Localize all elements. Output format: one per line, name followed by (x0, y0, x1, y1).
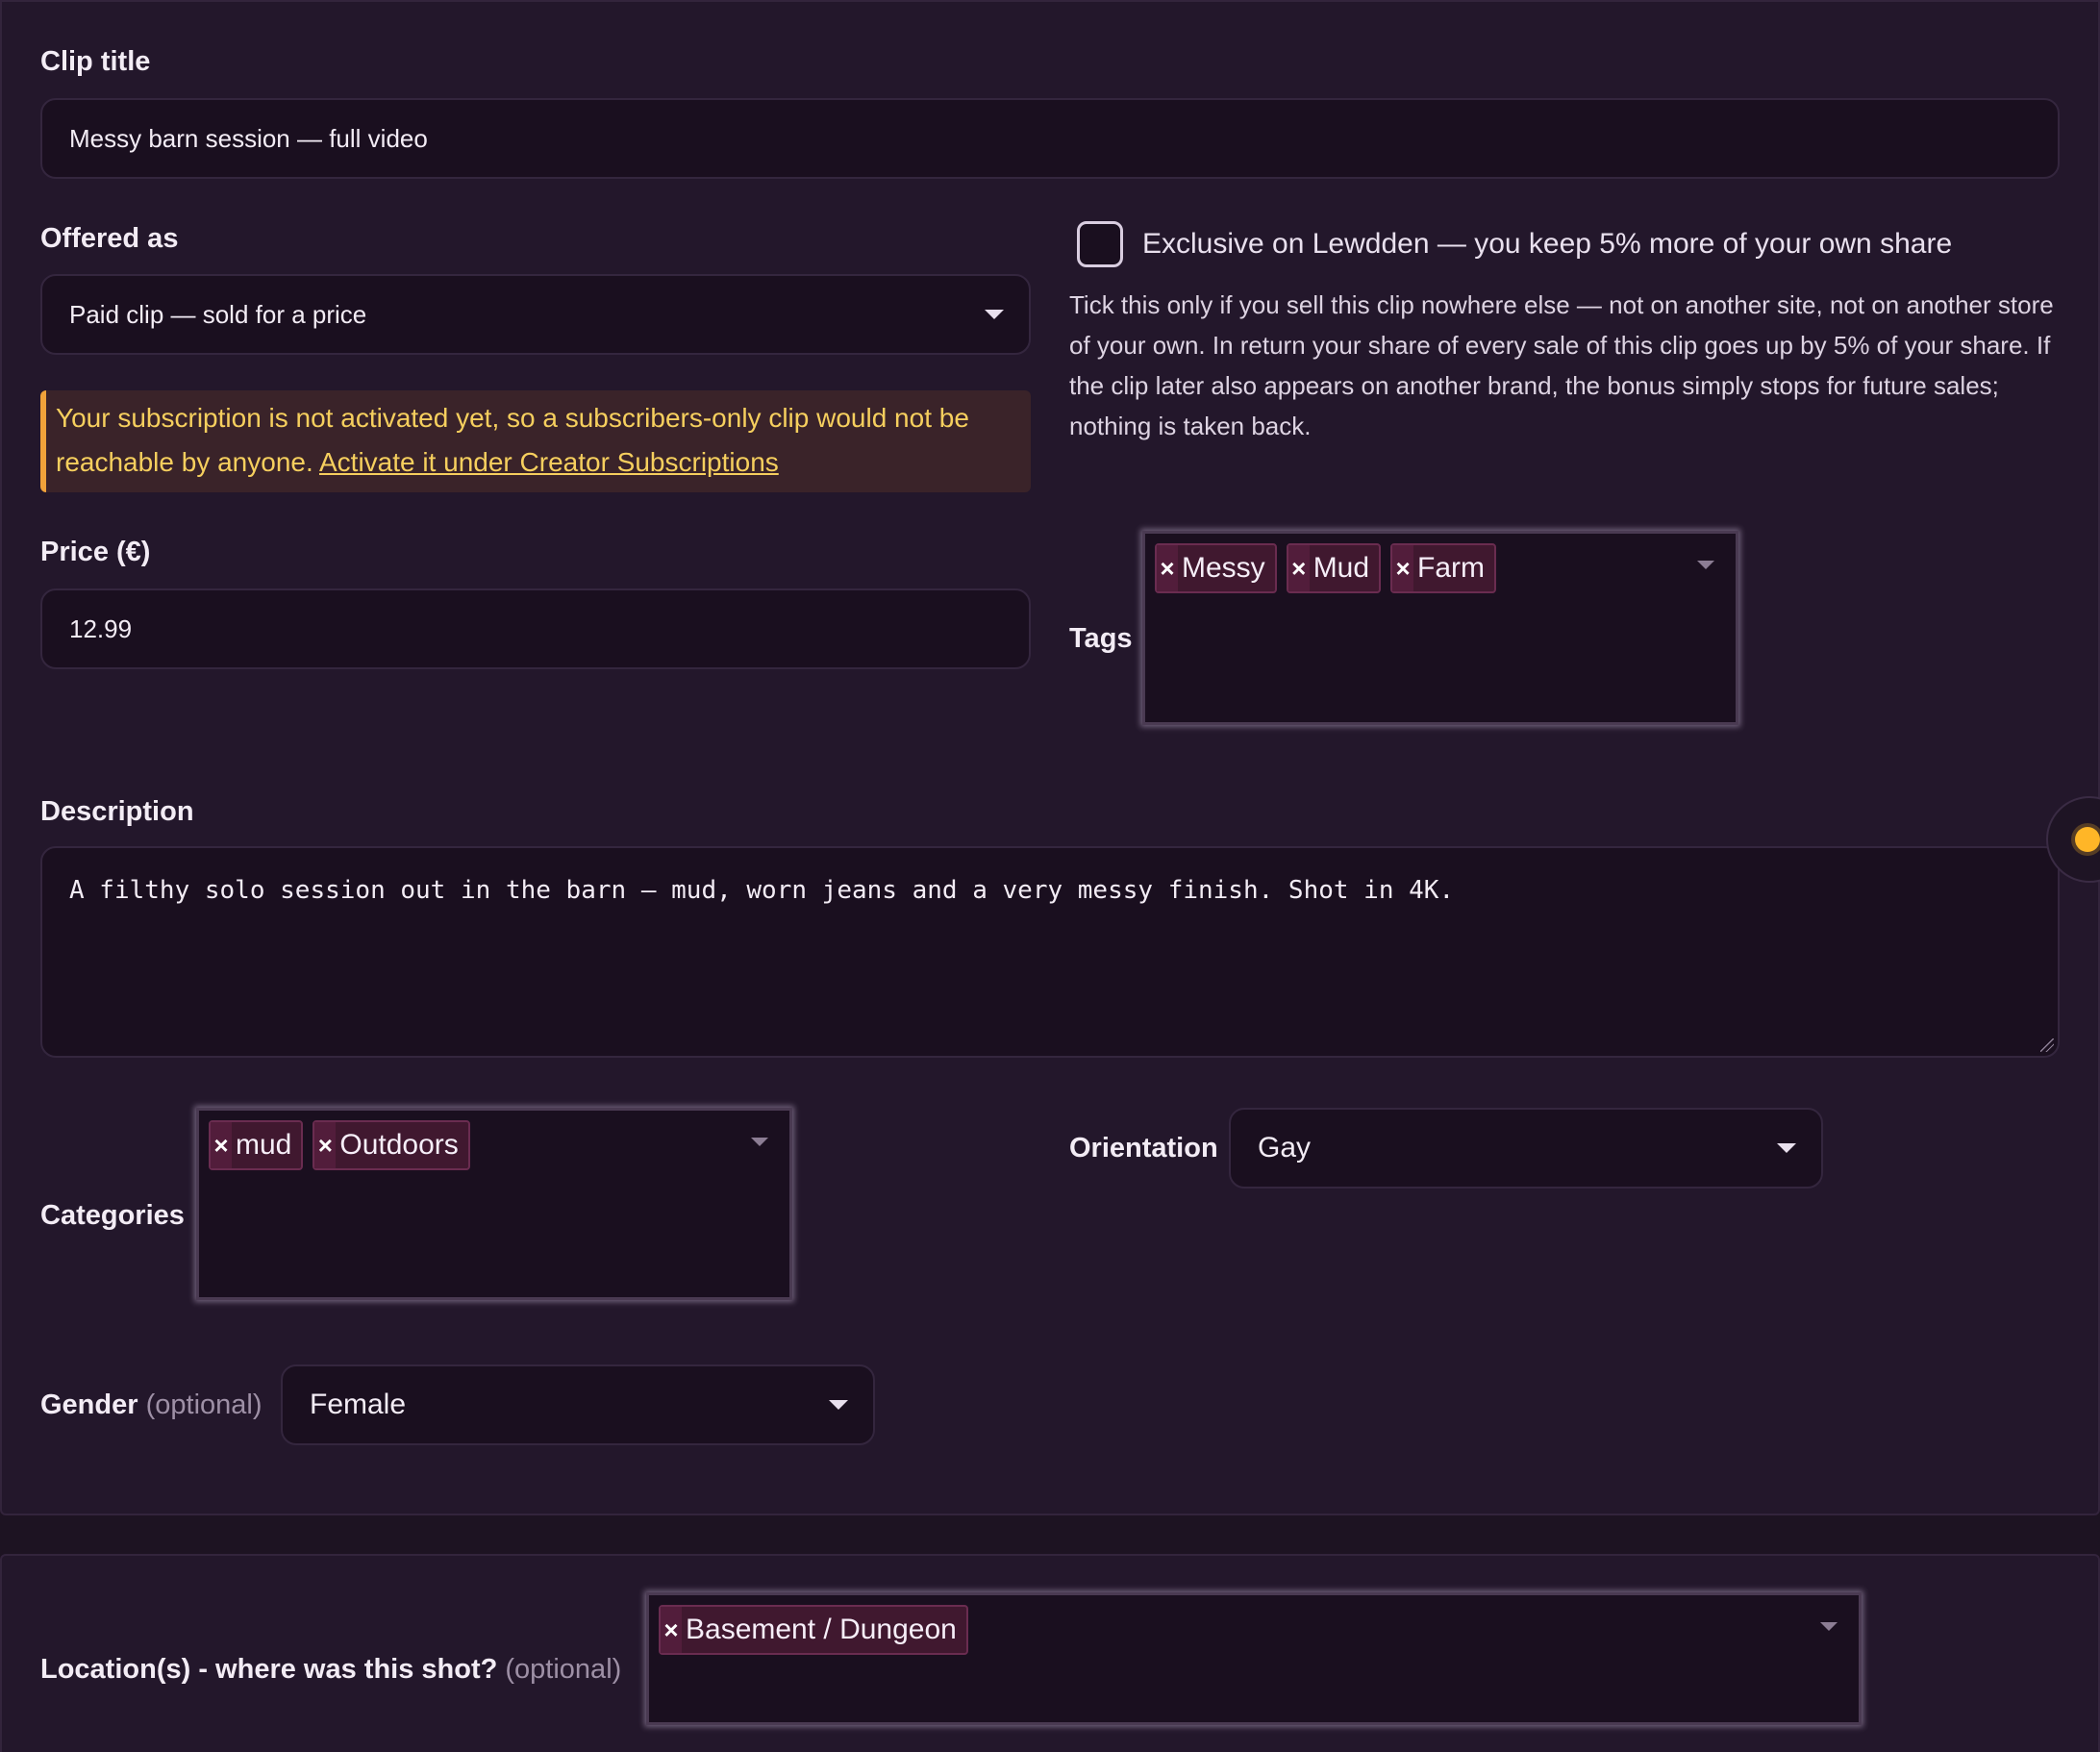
chevron-down-icon (1777, 1143, 1796, 1153)
close-icon[interactable]: × (211, 1122, 232, 1168)
price-value: 12.99 (69, 613, 133, 643)
tag-chip[interactable]: × Messy (1155, 543, 1277, 593)
resize-handle[interactable] (2040, 1039, 2054, 1052)
optional-hint: (optional) (145, 1389, 262, 1420)
offered-as-label: Offered as (40, 223, 179, 254)
tag-chip[interactable]: × Mud (1286, 543, 1382, 593)
category-chip[interactable]: × mud (209, 1120, 304, 1170)
close-icon[interactable]: × (314, 1122, 337, 1168)
description-label: Description (40, 796, 194, 827)
close-icon[interactable]: × (1288, 545, 1310, 591)
clip-title-label: Clip title (40, 46, 151, 77)
gender-label: Gender (optional) (40, 1389, 262, 1420)
orientation-label: Orientation (1069, 1133, 1218, 1164)
tags-multiselect[interactable]: × Messy × Mud × Farm (1142, 531, 1738, 725)
offered-as-value: Paid clip — sold for a price (69, 299, 367, 329)
activate-subscription-link[interactable]: Activate it under Creator Subscriptions (319, 447, 779, 477)
clip-title-value: Messy barn session — full video (69, 123, 428, 153)
category-chip[interactable]: × Outdoors (312, 1120, 470, 1170)
tag-chip[interactable]: × Farm (1390, 543, 1497, 593)
chevron-down-icon (829, 1400, 848, 1410)
sun-icon (2075, 827, 2100, 852)
chevron-down-icon (1820, 1622, 1838, 1631)
categories-label: Categories (40, 1200, 185, 1231)
close-icon[interactable]: × (1157, 545, 1178, 591)
chevron-down-icon (985, 310, 1004, 319)
locations-label: Location(s) - where was this shot? (opti… (40, 1654, 622, 1685)
gender-value: Female (310, 1389, 407, 1420)
tags-label: Tags (1069, 623, 1133, 654)
chevron-down-icon (1697, 561, 1714, 569)
price-input[interactable]: 12.99 (40, 588, 1031, 669)
orientation-value: Gay (1258, 1132, 1312, 1164)
chevron-down-icon (751, 1138, 768, 1146)
optional-hint: (optional) (505, 1654, 622, 1685)
description-textarea[interactable]: A filthy solo session out in the barn — … (40, 846, 2060, 1058)
exclusive-checkbox[interactable] (1077, 221, 1123, 267)
price-label: Price (€) (40, 537, 151, 567)
location-chip[interactable]: × Basement / Dungeon (659, 1605, 968, 1655)
subscription-warning: Your subscription is not activated yet, … (40, 390, 1031, 492)
clip-title-input[interactable]: Messy barn session — full video (40, 98, 2060, 179)
description-value: A filthy solo session out in the barn — … (69, 876, 1455, 905)
exclusive-help-text: Tick this only if you sell this clip now… (1069, 290, 2054, 440)
orientation-select[interactable]: Gay (1229, 1108, 1823, 1189)
close-icon[interactable]: × (661, 1607, 682, 1653)
locations-multiselect[interactable]: × Basement / Dungeon (646, 1592, 1862, 1725)
categories-multiselect[interactable]: × mud × Outdoors (196, 1108, 792, 1300)
close-icon[interactable]: × (1392, 545, 1414, 591)
gender-select[interactable]: Female (281, 1364, 875, 1445)
exclusive-label: Exclusive on Lewdden — you keep 5% more … (1142, 228, 1953, 260)
offered-as-select[interactable]: Paid clip — sold for a price (40, 274, 1031, 355)
